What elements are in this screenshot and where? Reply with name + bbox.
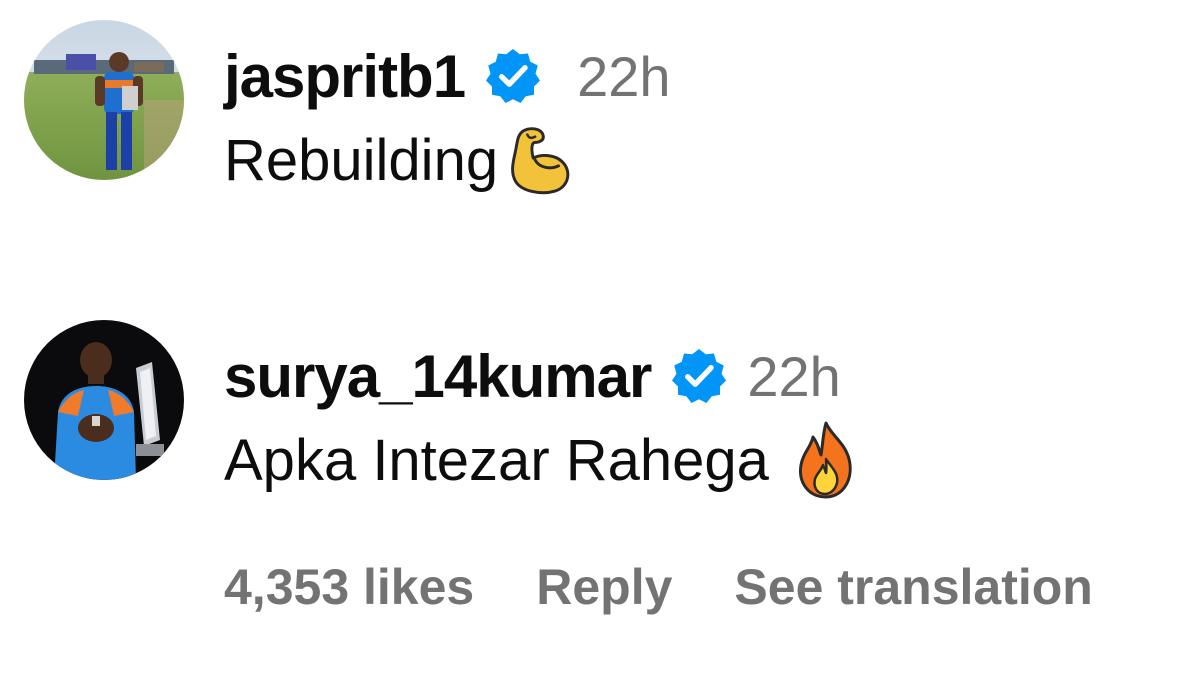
likes-count[interactable]: 4,353 likes: [224, 558, 474, 616]
comment-text: Apka Intezar Rahega: [224, 427, 769, 493]
verified-badge-icon: [669, 346, 729, 406]
avatar-image: [24, 20, 184, 180]
verified-badge-icon: [483, 46, 543, 106]
comment-item: jaspritb1 22h Rebuilding: [0, 18, 1200, 195]
username-link[interactable]: jaspritb1: [224, 42, 466, 111]
username-link[interactable]: surya_14kumar: [224, 342, 652, 411]
comment-body: Apka Intezar Rahega: [224, 419, 859, 501]
comment-item: surya_14kumar 22h Apka Intezar Rahega 4,…: [0, 318, 1200, 618]
flexed-biceps-icon: [502, 121, 580, 199]
see-translation-button[interactable]: See translation: [734, 558, 1092, 616]
comment-body: Rebuilding: [224, 122, 580, 198]
comment-text: Rebuilding: [224, 127, 499, 193]
comment-header: surya_14kumar 22h: [224, 336, 841, 416]
reply-button[interactable]: Reply: [536, 558, 672, 616]
fire-icon: [793, 419, 859, 501]
avatar[interactable]: [24, 20, 184, 180]
comment-timestamp[interactable]: 22h: [747, 344, 840, 409]
comment-header: jaspritb1 22h: [224, 36, 671, 116]
comment-timestamp[interactable]: 22h: [577, 44, 670, 109]
comment-actions: 4,353 likes Reply See translation: [224, 552, 1093, 622]
avatar-image: [24, 320, 184, 480]
avatar[interactable]: [24, 320, 184, 480]
